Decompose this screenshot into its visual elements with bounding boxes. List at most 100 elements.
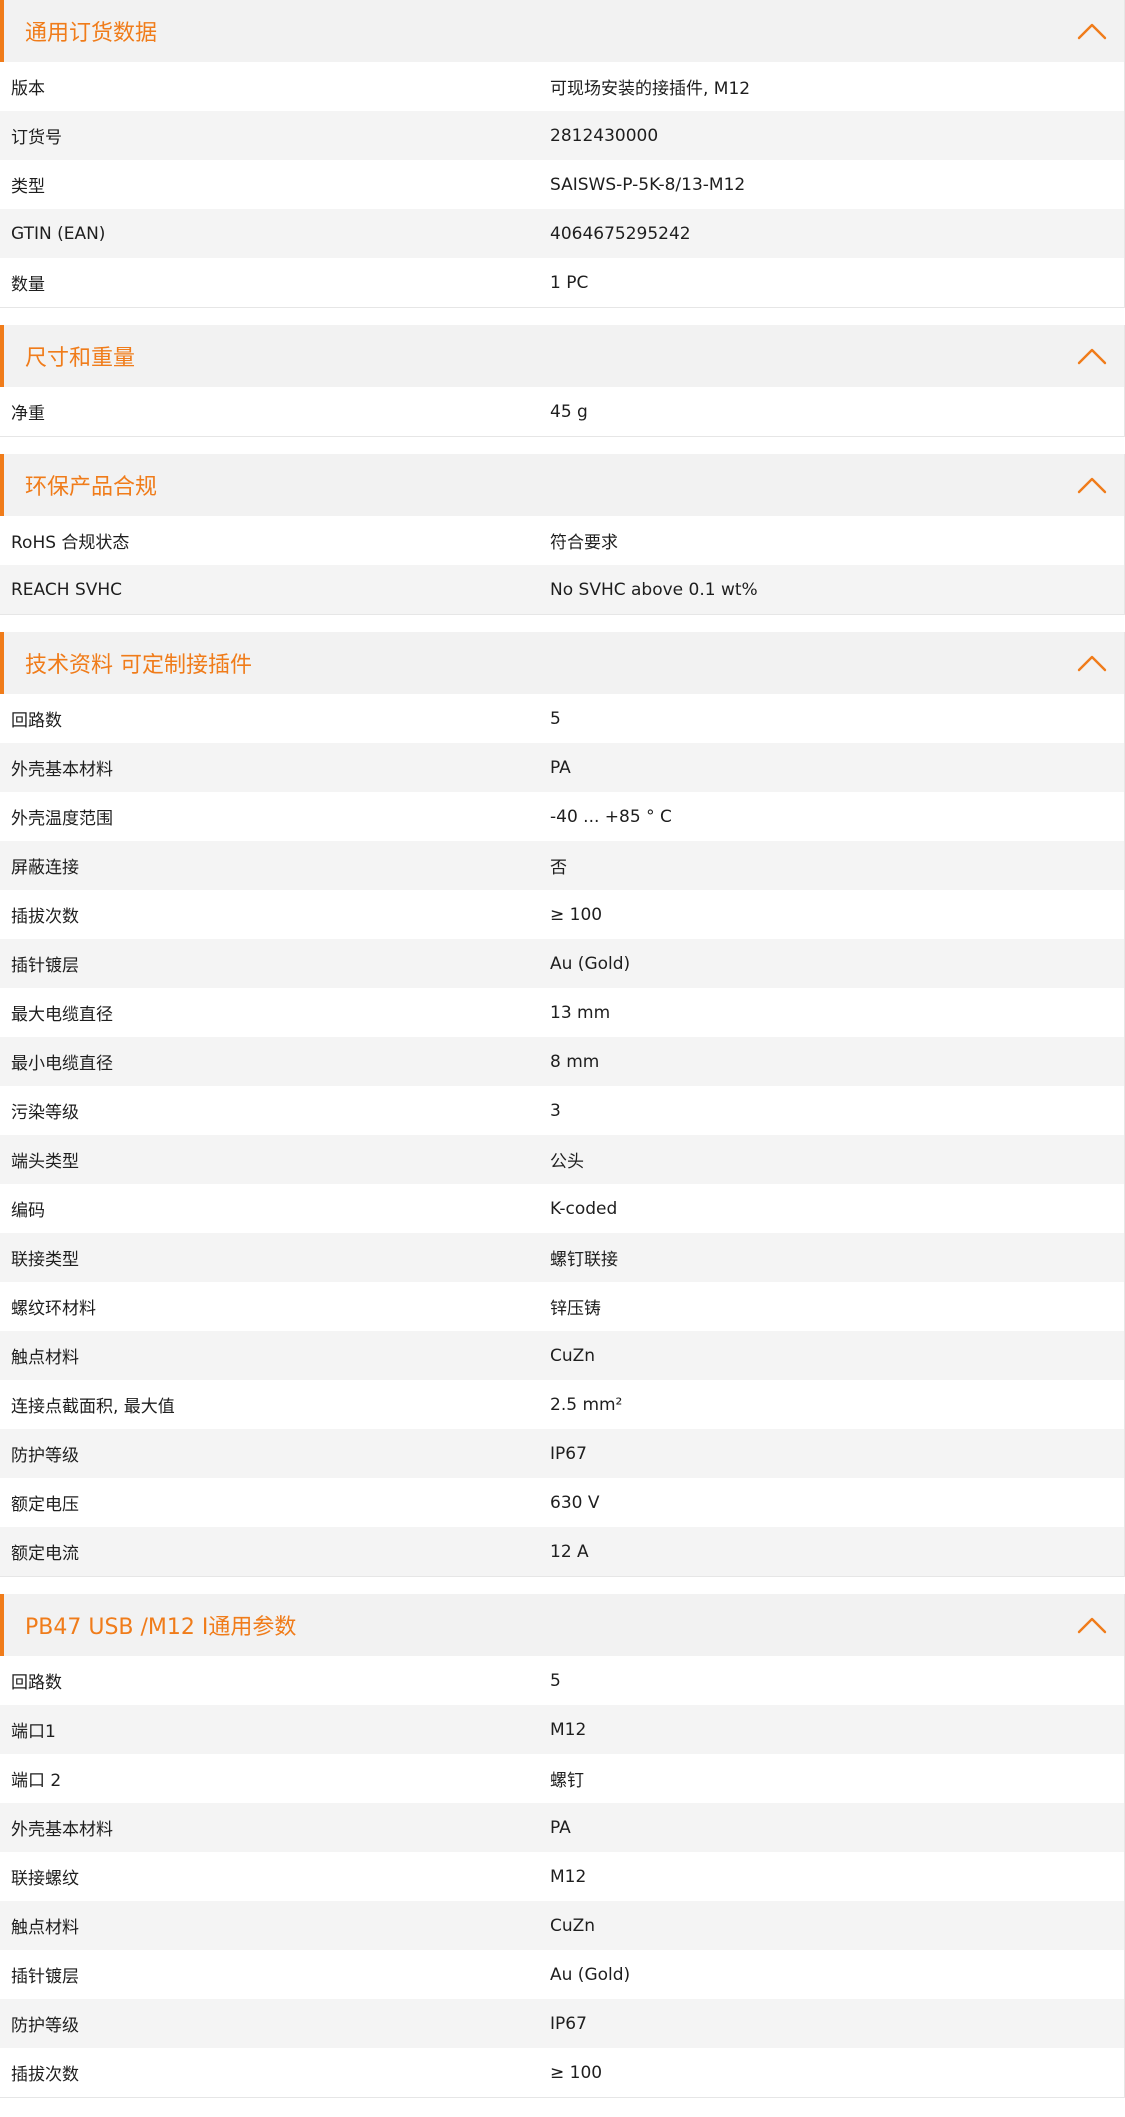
- chevron-up-icon[interactable]: [1076, 653, 1108, 673]
- spec-value: Au (Gold): [550, 953, 631, 974]
- section-title: 环保产品合规: [25, 475, 158, 500]
- spec-value: IP67: [550, 2013, 587, 2034]
- spec-row: 污染等级 3: [0, 1086, 1124, 1135]
- chevron-up-icon[interactable]: [1076, 1615, 1108, 1635]
- spec-row: 额定电压 630 V: [0, 1478, 1124, 1527]
- spec-row: REACH SVHC No SVHC above 0.1 wt%: [0, 565, 1124, 614]
- spec-value: 可现场安装的接插件, M12: [550, 79, 751, 99]
- spec-value: 公头: [550, 1152, 584, 1172]
- spec-label: 类型: [11, 177, 45, 197]
- spec-label: 外壳基本材料: [11, 760, 113, 780]
- spec-value: 螺钉联接: [550, 1250, 618, 1270]
- spec-row: 类型 SAISWS-P-5K-8/13-M12: [0, 160, 1124, 209]
- spec-value: K-coded: [550, 1198, 618, 1219]
- spec-row: 屏蔽连接 否: [0, 841, 1124, 890]
- spec-row: 联接类型 螺钉联接: [0, 1233, 1124, 1282]
- spec-value: 45 g: [550, 401, 588, 422]
- spec-value: PA: [550, 1817, 571, 1838]
- spec-value: 1 PC: [550, 272, 589, 293]
- spec-value: 13 mm: [550, 1002, 611, 1023]
- spec-row: 螺纹环材料 锌压铸: [0, 1282, 1124, 1331]
- spec-label: 防护等级: [11, 2016, 79, 2036]
- spec-value: 5: [550, 1670, 561, 1691]
- spec-label: 端头类型: [11, 1152, 79, 1172]
- spec-label: 数量: [11, 275, 45, 295]
- spec-label: 最大电缆直径: [11, 1005, 113, 1025]
- spec-label: 联接螺纹: [11, 1869, 79, 1889]
- spec-value: ≥ 100: [550, 2062, 603, 2083]
- spec-value: 3: [550, 1100, 561, 1121]
- spec-label: 端口 2: [11, 1771, 62, 1791]
- spec-label: RoHS 合规状态: [11, 533, 130, 553]
- spec-row: 额定电流 12 A: [0, 1527, 1124, 1576]
- spec-label: 插针镀层: [11, 956, 79, 976]
- spec-label: 插拔次数: [11, 2065, 79, 2085]
- spec-value: Au (Gold): [550, 1964, 631, 1985]
- spec-label: 插拔次数: [11, 907, 79, 927]
- spec-value: 符合要求: [550, 533, 618, 553]
- spec-value: CuZn: [550, 1915, 596, 1936]
- spec-label: 联接类型: [11, 1250, 79, 1270]
- section-header[interactable]: 通用订货数据: [0, 0, 1124, 62]
- spec-row: 触点材料 CuZn: [0, 1901, 1124, 1950]
- spec-value: 2.5 mm²: [550, 1394, 623, 1415]
- spec-row: 防护等级 IP67: [0, 1999, 1124, 2048]
- spec-label: 端口1: [11, 1722, 56, 1742]
- spec-value: -40 ... +85 ° C: [550, 806, 672, 827]
- spec-row: 外壳基本材料 PA: [0, 1803, 1124, 1852]
- spec-value: ≥ 100: [550, 904, 603, 925]
- spec-value: CuZn: [550, 1345, 596, 1366]
- spec-section: 通用订货数据 版本 可现场安装的接插件, M12 订货号 2812430000 类型 SAI…: [0, 0, 1125, 308]
- spec-label: 触点材料: [11, 1348, 79, 1368]
- spec-row: 外壳温度范围 -40 ... +85 ° C: [0, 792, 1124, 841]
- section-header[interactable]: 环保产品合规: [0, 454, 1124, 516]
- section-title: PB47 USB /M12 I通用参数: [25, 1615, 297, 1640]
- spec-label: 连接点截面积, 最大值: [11, 1397, 175, 1417]
- spec-row: 回路数 5: [0, 694, 1124, 743]
- spec-section: 环保产品合规 RoHS 合规状态 符合要求 REACH SVHC No SVHC abo…: [0, 454, 1125, 615]
- spec-value: 锌压铸: [550, 1299, 601, 1319]
- spec-label: 净重: [11, 404, 45, 424]
- spec-row: 净重 45 g: [0, 387, 1124, 436]
- spec-row: 插针镀层 Au (Gold): [0, 1950, 1124, 1999]
- spec-value: 8 mm: [550, 1051, 600, 1072]
- section-header[interactable]: 技术资料 可定制接插件: [0, 632, 1124, 694]
- spec-row: 版本 可现场安装的接插件, M12: [0, 62, 1124, 111]
- spec-value: 630 V: [550, 1492, 600, 1513]
- spec-label: 外壳温度范围: [11, 809, 113, 829]
- spec-row: 编码 K-coded: [0, 1184, 1124, 1233]
- spec-row: 最大电缆直径 13 mm: [0, 988, 1124, 1037]
- section-title: 尺寸和重量: [25, 346, 136, 371]
- spec-value: 12 A: [550, 1541, 589, 1562]
- spec-row: 插拔次数 ≥ 100: [0, 2048, 1124, 2097]
- spec-value: 否: [550, 858, 567, 878]
- spec-table: 净重 45 g: [0, 387, 1124, 436]
- chevron-up-icon[interactable]: [1076, 346, 1108, 366]
- section-header[interactable]: 尺寸和重量: [0, 325, 1124, 387]
- spec-label: 最小电缆直径: [11, 1054, 113, 1074]
- spec-value: M12: [550, 1719, 587, 1740]
- spec-row: 端头类型 公头: [0, 1135, 1124, 1184]
- chevron-up-icon[interactable]: [1076, 21, 1108, 41]
- spec-row: 订货号 2812430000: [0, 111, 1124, 160]
- spec-row: 插拔次数 ≥ 100: [0, 890, 1124, 939]
- spec-value: 5: [550, 708, 561, 729]
- spec-label: 额定电压: [11, 1495, 79, 1515]
- chevron-up-icon[interactable]: [1076, 475, 1108, 495]
- spec-page: 通用订货数据 版本 可现场安装的接插件, M12 订货号 2812430000 类型 SAI…: [0, 0, 1125, 2098]
- spec-row: 数量 1 PC: [0, 258, 1124, 307]
- spec-label: 触点材料: [11, 1918, 79, 1938]
- spec-row: 插针镀层 Au (Gold): [0, 939, 1124, 988]
- spec-value: SAISWS-P-5K-8/13-M12: [550, 174, 746, 195]
- spec-row: 联接螺纹 M12: [0, 1852, 1124, 1901]
- spec-label: 屏蔽连接: [11, 858, 79, 878]
- section-header[interactable]: PB47 USB /M12 I通用参数: [0, 1594, 1124, 1656]
- spec-row: 触点材料 CuZn: [0, 1331, 1124, 1380]
- spec-table: RoHS 合规状态 符合要求 REACH SVHC No SVHC above 0.1…: [0, 516, 1124, 614]
- spec-value: IP67: [550, 1443, 587, 1464]
- spec-row: 端口 2 螺钉: [0, 1754, 1124, 1803]
- spec-label: GTIN (EAN): [11, 223, 106, 244]
- spec-value: 2812430000: [550, 125, 659, 146]
- spec-label: 污染等级: [11, 1103, 79, 1123]
- spec-value: M12: [550, 1866, 587, 1887]
